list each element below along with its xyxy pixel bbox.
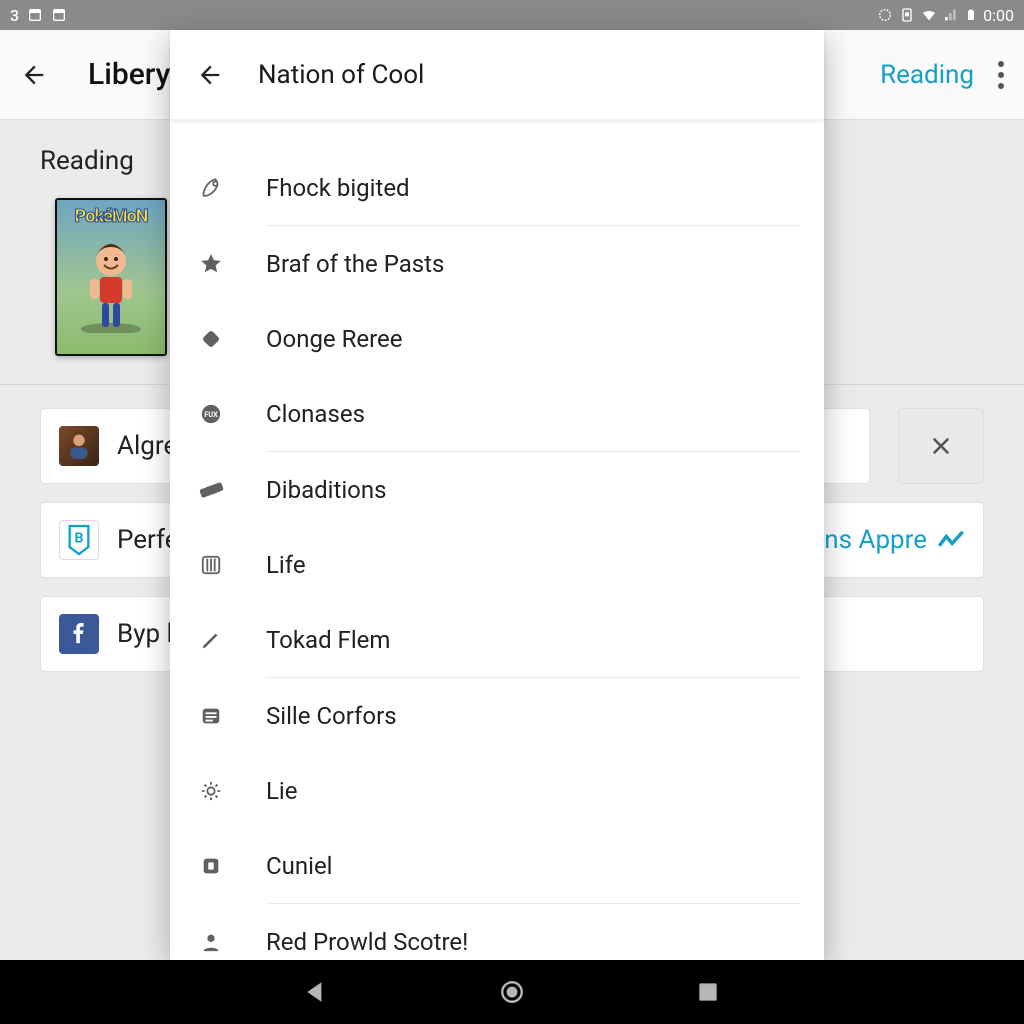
menu-item-label: Life xyxy=(266,551,306,579)
sim-icon xyxy=(899,7,915,23)
sync-icon xyxy=(877,7,893,23)
window-icon xyxy=(51,7,67,23)
list-icon xyxy=(196,701,226,731)
menu-item-label: Braf of the Pasts xyxy=(266,250,444,278)
facebook-icon xyxy=(59,614,99,654)
columns-icon xyxy=(196,550,226,580)
svg-text:B: B xyxy=(75,530,84,546)
android-status-bar: 3 0:00 xyxy=(0,0,1024,30)
menu-item-label: Cuniel xyxy=(266,852,333,880)
panel-back-icon[interactable] xyxy=(196,61,224,89)
menu-item-label: Sille Corfors xyxy=(266,702,397,730)
panel-title: Nation of Cool xyxy=(258,60,424,90)
star-icon xyxy=(196,249,226,279)
back-icon[interactable] xyxy=(20,61,48,89)
pencil-icon xyxy=(196,625,226,655)
menu-item-label: Tokad Flem xyxy=(266,626,390,654)
menu-item-label: Fhock bigited xyxy=(266,174,410,202)
menu-item[interactable]: Lie xyxy=(170,753,824,828)
badge-icon: B xyxy=(59,520,99,560)
android-nav-bar xyxy=(0,960,1024,1024)
wifi-icon xyxy=(921,7,937,23)
svg-text:FUX: FUX xyxy=(204,409,218,418)
search-dropdown-panel: Nation of Cool Fhock bigited Braf of the… xyxy=(170,30,824,960)
nav-home-icon[interactable] xyxy=(499,979,525,1005)
overflow-menu-icon[interactable] xyxy=(998,61,1004,89)
status-right: 0:00 xyxy=(877,6,1014,25)
menu-item[interactable]: Dibaditions xyxy=(170,452,824,527)
device-frame: 3 0:00 Libery Reading Reading PokéMoN xyxy=(0,0,1024,1024)
menu-item[interactable]: Cuniel xyxy=(170,828,824,903)
book-cover-art xyxy=(70,233,152,333)
signal-icon xyxy=(943,7,959,23)
menu-item-label: Dibaditions xyxy=(266,476,387,504)
menu-item[interactable]: Fhock bigited xyxy=(170,150,824,225)
book-cover[interactable]: PokéMoN xyxy=(55,198,167,356)
menu-item-label: Red Prowld Scotre! xyxy=(266,928,468,956)
menu-item-label: Clonases xyxy=(266,400,365,428)
menu-item[interactable]: Red Prowld Scotre! xyxy=(170,904,824,960)
person-icon xyxy=(196,927,226,957)
menu-item[interactable]: Sille Corfors xyxy=(170,678,824,753)
menu-item[interactable]: Tokad Flem xyxy=(170,602,824,677)
badge-icon: FUX xyxy=(196,399,226,429)
square-icon xyxy=(196,851,226,881)
tickets-icon xyxy=(196,475,226,505)
avatar xyxy=(59,426,99,466)
status-time: 0:00 xyxy=(983,6,1014,25)
reading-link[interactable]: Reading xyxy=(880,60,974,90)
menu-item[interactable]: FUX Clonases xyxy=(170,376,824,451)
menu-item-label: Lie xyxy=(266,777,298,805)
page-title: Libery xyxy=(88,57,170,92)
menu-item-label: Oonge Reree xyxy=(266,325,403,353)
menu-item[interactable]: Life xyxy=(170,527,824,602)
menu-item[interactable]: Braf of the Pasts xyxy=(170,226,824,301)
diamond-icon xyxy=(196,324,226,354)
trend-link[interactable]: ns Appre xyxy=(824,525,965,555)
panel-header: Nation of Cool xyxy=(170,30,824,120)
gear-icon xyxy=(196,776,226,806)
book-cover-logo: PokéMoN xyxy=(75,206,148,227)
trend-icon xyxy=(937,531,965,549)
nav-back-icon[interactable] xyxy=(303,979,329,1005)
status-left: 3 xyxy=(10,6,67,25)
nav-recent-icon[interactable] xyxy=(695,979,721,1005)
window-icon xyxy=(27,7,43,23)
status-left-text: 3 xyxy=(10,6,19,25)
battery-icon xyxy=(965,6,977,24)
menu-item[interactable]: Oonge Reree xyxy=(170,301,824,376)
panel-list[interactable]: Fhock bigited Braf of the Pasts Oonge Re… xyxy=(170,120,824,960)
rocket-icon xyxy=(196,173,226,203)
